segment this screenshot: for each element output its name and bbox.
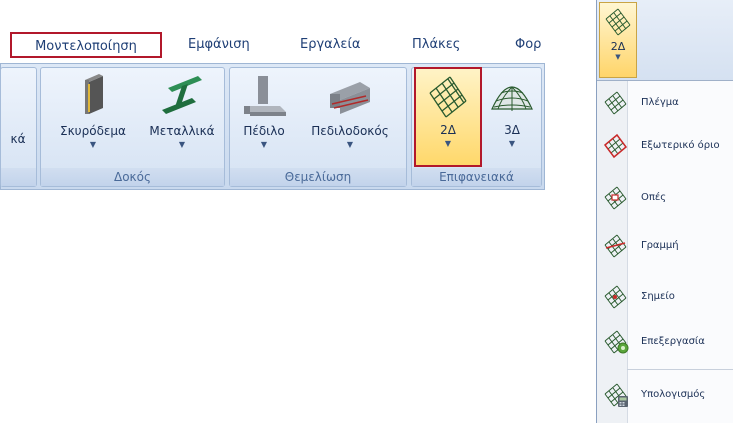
- chevron-down-icon[interactable]: ▼: [45, 140, 141, 149]
- ribbon-tab-bar: Μοντελοποίηση Εμφάνιση Εργαλεία Πλάκες Φ…: [0, 23, 545, 63]
- menu-item-outer-boundary-label: Εξωτερικό όριο: [641, 140, 720, 151]
- mesh-icon: [600, 7, 636, 40]
- mesh-2d-content: 2Δ ▼: [416, 73, 480, 148]
- menu-item-holes[interactable]: Οπές: [603, 183, 733, 213]
- steel-beam-button[interactable]: Μεταλλικά ▼: [141, 74, 223, 149]
- concrete-beam-icon: [69, 74, 117, 120]
- dropdown-2d-label: 2Δ: [610, 40, 626, 53]
- footing-button[interactable]: Πέδιλο ▼: [232, 74, 296, 149]
- line-icon: [603, 233, 633, 259]
- tab-view[interactable]: Εμφάνιση: [188, 32, 250, 58]
- point-icon: [603, 284, 633, 310]
- menu-item-holes-label: Οπές: [641, 192, 667, 203]
- holes-icon: [603, 185, 633, 211]
- chevron-down-icon: ▼: [615, 53, 621, 61]
- calculate-icon: [603, 382, 633, 408]
- ribbon: Μοντελοποίηση Εμφάνιση Εργαλεία Πλάκες Φ…: [0, 23, 545, 190]
- dropdown-header: 2Δ ▼: [597, 0, 733, 80]
- tab-modeling[interactable]: Μοντελοποίηση: [10, 32, 162, 58]
- outer-boundary-icon: [603, 133, 633, 159]
- mesh-3d-button[interactable]: 3Δ ▼: [484, 73, 540, 148]
- menu-item-edit-label: Επεξεργασία: [641, 336, 705, 347]
- chevron-down-icon[interactable]: ▼: [416, 139, 480, 148]
- strip-footing-button[interactable]: Πεδιλοδοκός ▼: [296, 74, 404, 149]
- menu-item-calculate[interactable]: Υπολογισμός: [603, 380, 733, 410]
- partial-button-label: κά: [10, 132, 26, 146]
- mesh-2d-dropdown: 2Δ ▼ Πλέγμα Εξωτερικό όριο Οπές Γραμμή Σ…: [596, 0, 733, 423]
- group-surface-footer: Επιφανειακά: [412, 168, 541, 186]
- concrete-beam-button[interactable]: Σκυρόδεμα ▼: [45, 74, 141, 149]
- group-foundation: Πέδιλο ▼ Πεδιλοδοκός ▼ Θεμελίωση: [229, 67, 407, 187]
- mesh-icon: [603, 90, 633, 116]
- group-beam-footer: Δοκός: [41, 168, 224, 186]
- dropdown-2d-button[interactable]: 2Δ ▼: [599, 2, 637, 78]
- menu-item-edit[interactable]: Επεξεργασία: [603, 327, 733, 357]
- mesh-3d-label: 3Δ: [504, 123, 520, 137]
- mesh-2d-button[interactable]: 2Δ ▼: [414, 67, 482, 167]
- steel-beam-icon: [158, 74, 206, 120]
- tab-tools[interactable]: Εργαλεία: [300, 32, 360, 58]
- menu-item-point-label: Σημείο: [641, 291, 675, 302]
- footing-label: Πέδιλο: [243, 124, 285, 138]
- concrete-beam-label: Σκυρόδεμα: [60, 124, 126, 138]
- menu-item-mesh[interactable]: Πλέγμα: [603, 88, 733, 118]
- tab-loads[interactable]: Φορ: [515, 32, 541, 58]
- mesh-2d-icon: [424, 73, 472, 119]
- group-beam: Σκυρόδεμα ▼ Μεταλλικά ▼ Δοκός: [40, 67, 225, 187]
- partial-button[interactable]: κά: [1, 128, 35, 146]
- chevron-down-icon[interactable]: ▼: [296, 140, 404, 149]
- menu-item-calculate-label: Υπολογισμός: [641, 389, 706, 400]
- menu-separator: [627, 369, 733, 370]
- mesh-2d-label: 2Δ: [440, 123, 456, 137]
- chevron-down-icon[interactable]: ▼: [141, 140, 223, 149]
- menu-item-line-label: Γραμμή: [641, 240, 679, 251]
- edit-mesh-icon: [603, 329, 633, 355]
- strip-footing-icon: [326, 74, 374, 120]
- group-foundation-footer: Θεμελίωση: [230, 168, 406, 186]
- chevron-down-icon[interactable]: ▼: [484, 139, 540, 148]
- group-partial-footer: [1, 168, 36, 186]
- steel-beam-label: Μεταλλικά: [149, 124, 215, 138]
- tab-slabs[interactable]: Πλάκες: [412, 32, 460, 58]
- dome-3d-icon: [488, 73, 536, 119]
- footing-icon: [240, 74, 288, 120]
- strip-footing-label: Πεδιλοδοκός: [311, 124, 389, 138]
- menu-item-outer-boundary[interactable]: Εξωτερικό όριο: [603, 131, 733, 161]
- menu-item-line[interactable]: Γραμμή: [603, 231, 733, 261]
- group-partial: κά: [0, 67, 37, 187]
- chevron-down-icon[interactable]: ▼: [232, 140, 296, 149]
- menu-item-mesh-label: Πλέγμα: [641, 97, 679, 108]
- menu-item-point[interactable]: Σημείο: [603, 282, 733, 312]
